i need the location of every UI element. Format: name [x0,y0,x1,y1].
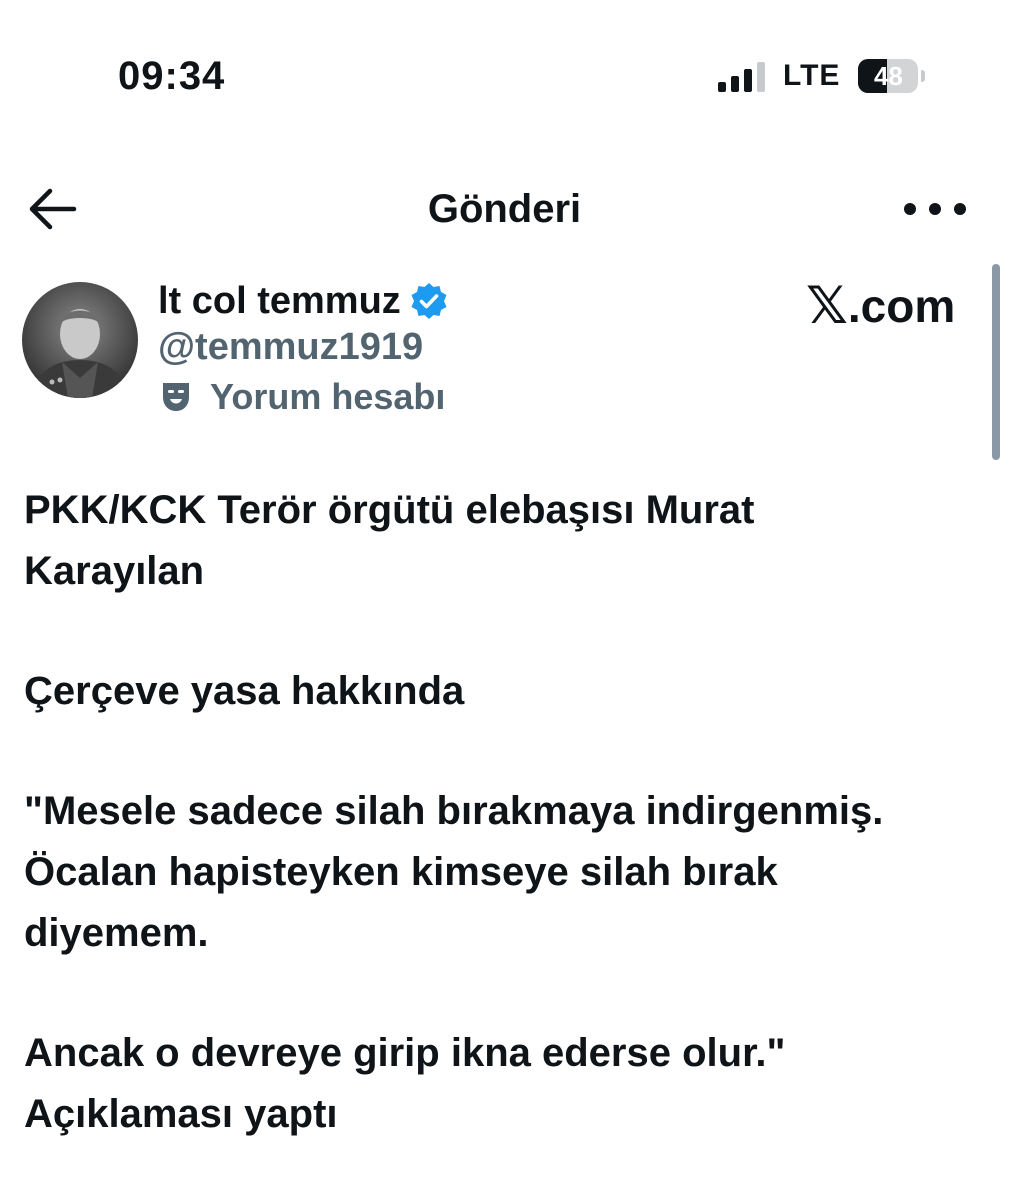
tweet-line: Öcalan hapisteyken kimseye silah bırak [24,850,778,894]
author-display-name[interactable]: lt col temmuz [158,278,449,324]
tweet-line: PKK/KCK Terör örgütü elebaşısı Murat [24,488,755,532]
display-name-text: lt col temmuz [158,280,401,322]
watermark-suffix: .com [847,280,956,332]
more-horizontal-icon [904,203,916,215]
avatar[interactable] [22,282,138,398]
account-label: Yorum hesabı [160,374,445,420]
tweet-line: Ancak o devreye girip ikna ederse olur." [24,1031,786,1075]
tweet-text: PKK/KCK Terör örgütü elebaşısı Murat Kar… [24,480,984,1145]
network-type: LTE [783,59,841,92]
page-title: Gönderi [427,187,582,231]
avatar-image [22,282,138,398]
verified-badge-icon [411,283,447,319]
battery-level-text: 48 [873,60,903,91]
theater-mask-icon [163,383,189,411]
author-handle[interactable]: @temmuz1919 [158,324,423,370]
tweet-line: Çerçeve yasa hakkında [24,669,465,713]
scrollbar[interactable] [992,264,1000,460]
status-time: 09:34 [118,54,226,98]
status-indicators: LTE 48 [718,56,926,96]
more-options-button[interactable] [904,196,966,222]
tweet-line: Karayılan [24,549,205,593]
tweet-line: diyemem. [24,911,209,955]
account-label-text: Yorum hesabı [210,376,446,417]
x-com-watermark: 𝕏 .com [806,276,955,336]
signal-icon [718,60,765,92]
tweet-line: Açıklaması yaptı [24,1092,338,1136]
tweet-line: "Mesele sadece silah bırakmaya indirgenm… [24,789,884,833]
x-logo: 𝕏 [806,276,848,336]
battery-icon: 48 [858,59,919,93]
battery-cap [921,70,926,82]
